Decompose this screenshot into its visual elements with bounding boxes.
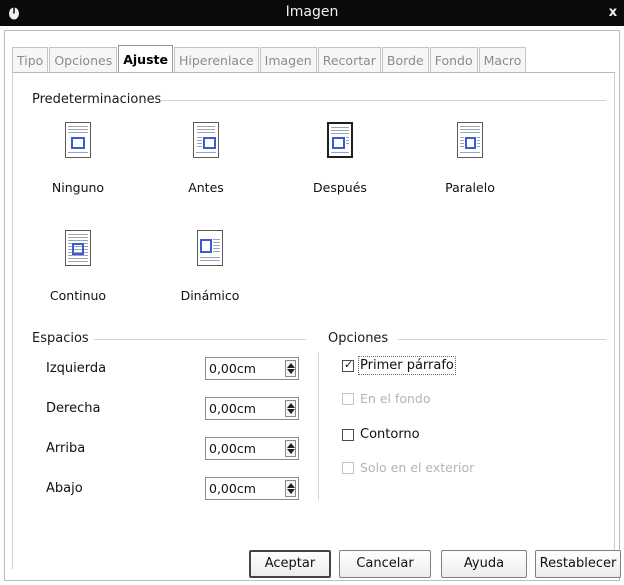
spacing-top-input[interactable]: 0,00cm	[205, 437, 299, 460]
cancel-button[interactable]: Cancelar	[339, 550, 431, 578]
wrap-option-label: Paralelo	[445, 180, 495, 195]
spacing-bottom-value[interactable]: 0,00cm	[209, 481, 256, 496]
checkbox-contorno[interactable]: Contorno	[342, 427, 420, 442]
wrap-option-label: Dinámico	[180, 288, 240, 303]
wrap-none-icon	[65, 122, 91, 158]
checkbox-label: Solo en el exterior	[360, 460, 475, 475]
tab-imagen[interactable]: Imagen	[259, 47, 317, 73]
checkbox-icon[interactable]	[342, 392, 354, 405]
options-header: Opciones	[328, 331, 389, 346]
wrap-option-label: Ninguno	[51, 180, 105, 195]
presets-divider	[160, 100, 606, 101]
wrap-option-before[interactable]: Antes	[146, 122, 266, 202]
wrap-option-label: Continuo	[49, 288, 107, 303]
tab-bar: Tipo Opciones Ajuste Hiperenlace Imagen …	[12, 45, 527, 73]
checkbox-icon[interactable]	[342, 428, 354, 441]
spacing-top-value[interactable]: 0,00cm	[209, 441, 256, 456]
tab-ajuste[interactable]: Ajuste	[118, 45, 173, 73]
spacing-top-label: Arriba	[46, 441, 86, 456]
spacing-bottom-label: Abajo	[46, 481, 83, 496]
title-bar[interactable]: Imagen x	[0, 0, 624, 26]
reset-button[interactable]: Restablecer	[535, 550, 621, 578]
checkbox-solo-exterior[interactable]: Solo en el exterior	[342, 460, 474, 475]
help-button[interactable]: Ayuda	[441, 550, 527, 578]
spacing-divider	[94, 339, 306, 340]
checkbox-primer-parrafo[interactable]: ✓ Primer párrafo	[342, 356, 456, 375]
tab-recortar[interactable]: Recortar	[317, 47, 381, 73]
wrap-before-icon	[193, 122, 219, 158]
window-title: Imagen	[285, 4, 339, 20]
spin-arrows-icon[interactable]	[285, 360, 296, 377]
tab-hiperenlace[interactable]: Hiperenlace	[173, 47, 259, 73]
image-dialog: Imagen x Tipo Opciones Ajuste Hiperenlac…	[0, 0, 624, 585]
wrap-option-through[interactable]: Continuo	[18, 230, 138, 310]
presets-header: Predeterminaciones	[32, 92, 162, 107]
spin-arrows-icon[interactable]	[285, 400, 296, 417]
ok-button[interactable]: Aceptar	[249, 550, 331, 578]
wrap-after-icon	[327, 122, 353, 158]
spacing-left-label: Izquierda	[46, 361, 107, 376]
tab-tipo[interactable]: Tipo	[12, 47, 49, 73]
tab-fondo[interactable]: Fondo	[429, 47, 478, 73]
wrap-parallel-icon	[457, 122, 483, 158]
spacing-header: Espacios	[32, 331, 89, 346]
wrap-option-label: Después	[313, 180, 367, 195]
group-separator	[318, 352, 319, 500]
checkbox-label: Primer párrafo	[358, 356, 456, 375]
checkbox-icon[interactable]	[342, 461, 354, 474]
tab-borde[interactable]: Borde	[381, 47, 429, 73]
options-divider	[398, 339, 606, 340]
tab-opciones[interactable]: Opciones	[49, 47, 118, 73]
wrap-optimal-icon	[197, 230, 223, 266]
spacing-right-label: Derecha	[46, 401, 101, 416]
wrap-option-optimal[interactable]: Dinámico	[150, 230, 270, 310]
spin-arrows-icon[interactable]	[285, 480, 296, 497]
checkbox-label: Contorno	[360, 427, 420, 442]
spacing-left-value[interactable]: 0,00cm	[209, 361, 256, 376]
close-button[interactable]: x	[604, 4, 622, 22]
checkbox-checked-icon[interactable]: ✓	[342, 358, 354, 372]
wrap-option-after[interactable]: Después	[280, 122, 400, 202]
spacing-right-value[interactable]: 0,00cm	[209, 401, 256, 416]
wrap-through-icon	[65, 230, 91, 266]
wrap-option-parallel[interactable]: Paralelo	[410, 122, 530, 202]
wrap-option-label: Antes	[188, 180, 224, 195]
spacing-bottom-input[interactable]: 0,00cm	[205, 477, 299, 500]
spin-arrows-icon[interactable]	[285, 440, 296, 457]
wrap-option-none[interactable]: Ninguno	[18, 122, 138, 202]
spacing-left-input[interactable]: 0,00cm	[205, 357, 299, 380]
checkbox-label: En el fondo	[360, 391, 431, 406]
checkbox-en-el-fondo[interactable]: En el fondo	[342, 391, 430, 406]
tab-macro[interactable]: Macro	[478, 47, 527, 73]
spacing-right-input[interactable]: 0,00cm	[205, 397, 299, 420]
